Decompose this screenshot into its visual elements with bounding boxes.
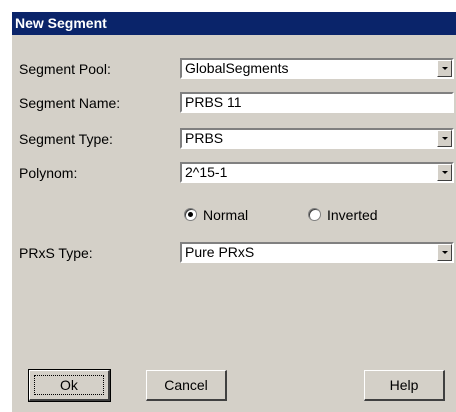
cancel-button[interactable]: Cancel	[146, 370, 227, 401]
segment-pool-label: Segment Pool:	[19, 61, 111, 77]
segment-type-label: Segment Type:	[19, 131, 113, 147]
new-segment-dialog: New Segment Segment Pool: GlobalSegments…	[12, 12, 456, 412]
prxs-type-value: Pure PRxS	[185, 244, 255, 260]
segment-type-value: PRBS	[185, 130, 224, 146]
segment-pool-select[interactable]: GlobalSegments	[180, 58, 454, 79]
prxs-type-label: PRxS Type:	[19, 245, 93, 261]
chevron-down-icon	[442, 171, 448, 174]
prxs-type-select[interactable]: Pure PRxS	[180, 242, 454, 263]
segment-pool-value: GlobalSegments	[185, 60, 289, 76]
segment-name-field[interactable]: PRBS 11	[180, 92, 454, 113]
dialog-title: New Segment	[12, 12, 456, 35]
chevron-down-icon	[442, 251, 448, 254]
segment-name-label: Segment Name:	[19, 95, 121, 111]
polynom-dropdown-button[interactable]	[437, 164, 452, 181]
radio-selected-dot	[188, 212, 193, 217]
radio-inverted-button[interactable]	[308, 208, 321, 221]
radio-inverted-label: Inverted	[327, 207, 378, 223]
polynom-value: 2^15-1	[185, 164, 228, 180]
segment-type-dropdown-button[interactable]	[437, 130, 452, 147]
polynom-label: Polynom:	[19, 165, 78, 181]
help-button[interactable]: Help	[364, 370, 445, 401]
focus-rectangle	[34, 375, 104, 395]
cancel-button-label: Cancel	[164, 377, 208, 393]
radio-normal-button[interactable]	[184, 208, 197, 221]
chevron-down-icon	[442, 137, 448, 140]
help-button-label: Help	[389, 377, 419, 393]
segment-name-value: PRBS 11	[185, 94, 242, 110]
chevron-down-icon	[442, 67, 448, 70]
radio-normal-label: Normal	[203, 207, 249, 223]
segment-type-select[interactable]: PRBS	[180, 128, 454, 149]
polynom-select[interactable]: 2^15-1	[180, 162, 454, 183]
ok-button[interactable]: Ok	[28, 369, 111, 402]
segment-pool-dropdown-button[interactable]	[437, 60, 452, 77]
prxs-type-dropdown-button[interactable]	[437, 244, 452, 261]
